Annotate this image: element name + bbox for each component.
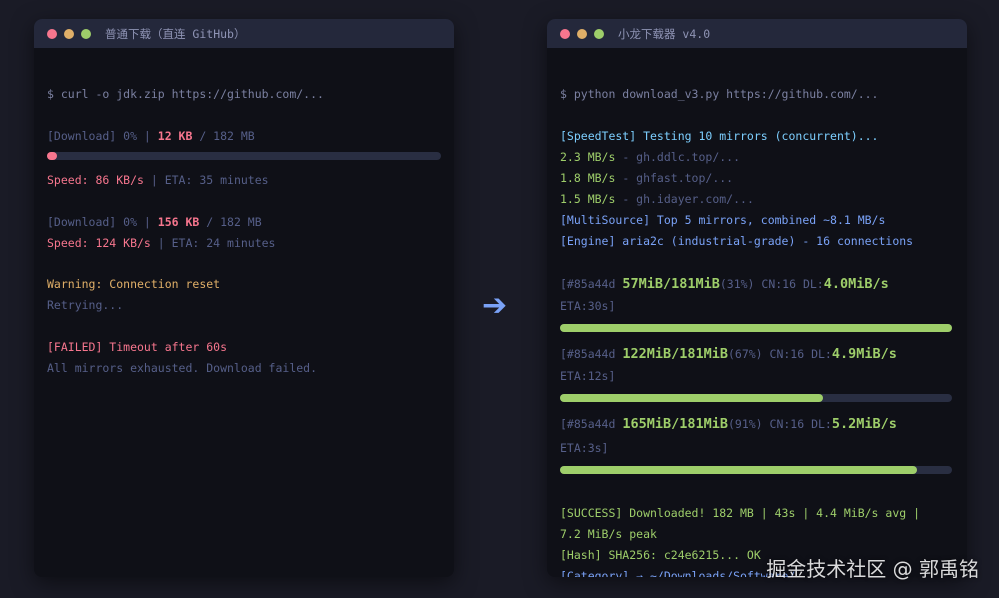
progress-pct: (91%) CN:16 DL: — [727, 417, 832, 431]
download-prefix: [Download] 0% | — [47, 215, 158, 229]
speed-line-1: Speed: 86 KB/s | ETA: 35 minutes — [47, 172, 441, 188]
speedtest-line: [SpeedTest] Testing 10 mirrors (concurre… — [560, 129, 879, 143]
downloaded-amount: 12 KB — [157, 129, 193, 143]
progress-pct: (67%) CN:16 DL: — [727, 347, 832, 361]
engine-line: [Engine] aria2c (industrial-grade) - 16 … — [560, 234, 914, 248]
progress-eta-3: ETA:3s] — [560, 441, 609, 455]
warning-line: Warning: Connection reset — [47, 277, 221, 291]
terminal-window-downloader: 小龙下载器 v4.0 $ python download_v3.py https… — [547, 19, 967, 577]
mirror-speed: 1.5 MB/s — [560, 192, 616, 206]
speed-value: Speed: 86 KB/s — [47, 173, 144, 187]
progress-line-2: [#85a44d 122MiB/181MiB(67%) CN:16 DL:4.9… — [560, 345, 954, 363]
retrying-line: Retrying... — [47, 298, 124, 312]
success-line: [SUCCESS] Downloaded! 182 MB | 43s | 4.4… — [560, 506, 921, 520]
titlebar: 小龙下载器 v4.0 — [547, 19, 967, 48]
mirror-host: - gh.ddlc.top/... — [615, 150, 741, 164]
progress-bar-track-3 — [560, 466, 952, 474]
terminal-window-normal: 普通下载（直连 GitHub） $ curl -o jdk.zip https:… — [34, 19, 454, 577]
exhausted-line: All mirrors exhausted. Download failed. — [47, 361, 318, 375]
progress-size: 122MiB/181MiB — [622, 346, 728, 362]
progress-line-1: [#85a44d 57MiB/181MiB(31%) CN:16 DL:4.0M… — [560, 275, 954, 293]
progress-speed: 4.9MiB/s — [831, 346, 897, 362]
command-line: $ python download_v3.py https://github.c… — [560, 87, 879, 101]
progress-bar-fill — [47, 152, 57, 160]
command-line: $ curl -o jdk.zip https://github.com/... — [47, 87, 324, 101]
progress-eta-2: ETA:12s] — [560, 369, 616, 383]
progress-id: [#85a44d — [560, 417, 623, 431]
progress-speed: 4.0MiB/s — [823, 276, 889, 292]
speed-value: Speed: 124 KB/s — [47, 236, 151, 250]
download-prefix: [Download] 0% | — [47, 129, 158, 143]
arrow-right-icon: ➔ — [482, 288, 508, 323]
mirror-host: - ghfast.top/... — [615, 171, 734, 185]
titlebar: 普通下载（直连 GitHub） — [34, 19, 454, 48]
close-dot-icon[interactable] — [47, 28, 57, 39]
mirror-1: 2.3 MB/s - gh.ddlc.top/... — [560, 149, 954, 165]
minimize-dot-icon[interactable] — [64, 28, 74, 39]
multisource-line: [MultiSource] Top 5 mirrors, combined ~8… — [560, 213, 886, 227]
progress-bar-track-1 — [560, 324, 952, 332]
total-size: / 182 MB — [192, 129, 255, 143]
maximize-dot-icon[interactable] — [81, 28, 91, 39]
success-line-cont: 7.2 MiB/s peak — [560, 527, 657, 541]
minimize-dot-icon[interactable] — [577, 28, 587, 39]
mirror-host: - gh.idayer.com/... — [615, 192, 754, 206]
maximize-dot-icon[interactable] — [594, 28, 604, 39]
progress-size: 57MiB/181MiB — [622, 276, 720, 292]
download-status-1: [Download] 0% | 12 KB / 182 MB — [47, 128, 441, 144]
progress-bar-track — [47, 152, 441, 160]
progress-eta-1: ETA:30s] — [560, 299, 616, 313]
speed-line-2: Speed: 124 KB/s | ETA: 24 minutes — [47, 235, 441, 251]
progress-line-3: [#85a44d 165MiB/181MiB(91%) CN:16 DL:5.2… — [560, 415, 954, 433]
progress-id: [#85a44d — [560, 277, 623, 291]
download-status-2: [Download] 0% | 156 KB / 182 MB — [47, 214, 441, 230]
window-title: 普通下载（直连 GitHub） — [105, 26, 246, 41]
downloaded-amount: 156 KB — [157, 215, 200, 229]
eta-value: | ETA: 24 minutes — [150, 236, 276, 250]
mirror-3: 1.5 MB/s - gh.idayer.com/... — [560, 191, 954, 207]
progress-speed: 5.2MiB/s — [831, 416, 897, 432]
eta-value: | ETA: 35 minutes — [143, 173, 269, 187]
window-title: 小龙下载器 v4.0 — [618, 26, 711, 41]
close-dot-icon[interactable] — [560, 28, 570, 39]
progress-id: [#85a44d — [560, 347, 623, 361]
progress-bar-track-2 — [560, 394, 952, 402]
progress-bar-fill-2 — [560, 394, 823, 402]
failed-line: [FAILED] Timeout after 60s — [47, 340, 228, 354]
progress-pct: (31%) CN:16 DL: — [719, 277, 824, 291]
mirror-speed: 1.8 MB/s — [560, 171, 616, 185]
watermark: 掘金技术社区 @ 郭禹铭 — [766, 557, 979, 581]
total-size: / 182 MB — [199, 215, 262, 229]
progress-bar-fill-3 — [560, 466, 917, 474]
mirror-2: 1.8 MB/s - ghfast.top/... — [560, 170, 954, 186]
progress-size: 165MiB/181MiB — [622, 416, 728, 432]
mirror-speed: 2.3 MB/s — [560, 150, 616, 164]
progress-bar-fill-1 — [560, 324, 952, 332]
